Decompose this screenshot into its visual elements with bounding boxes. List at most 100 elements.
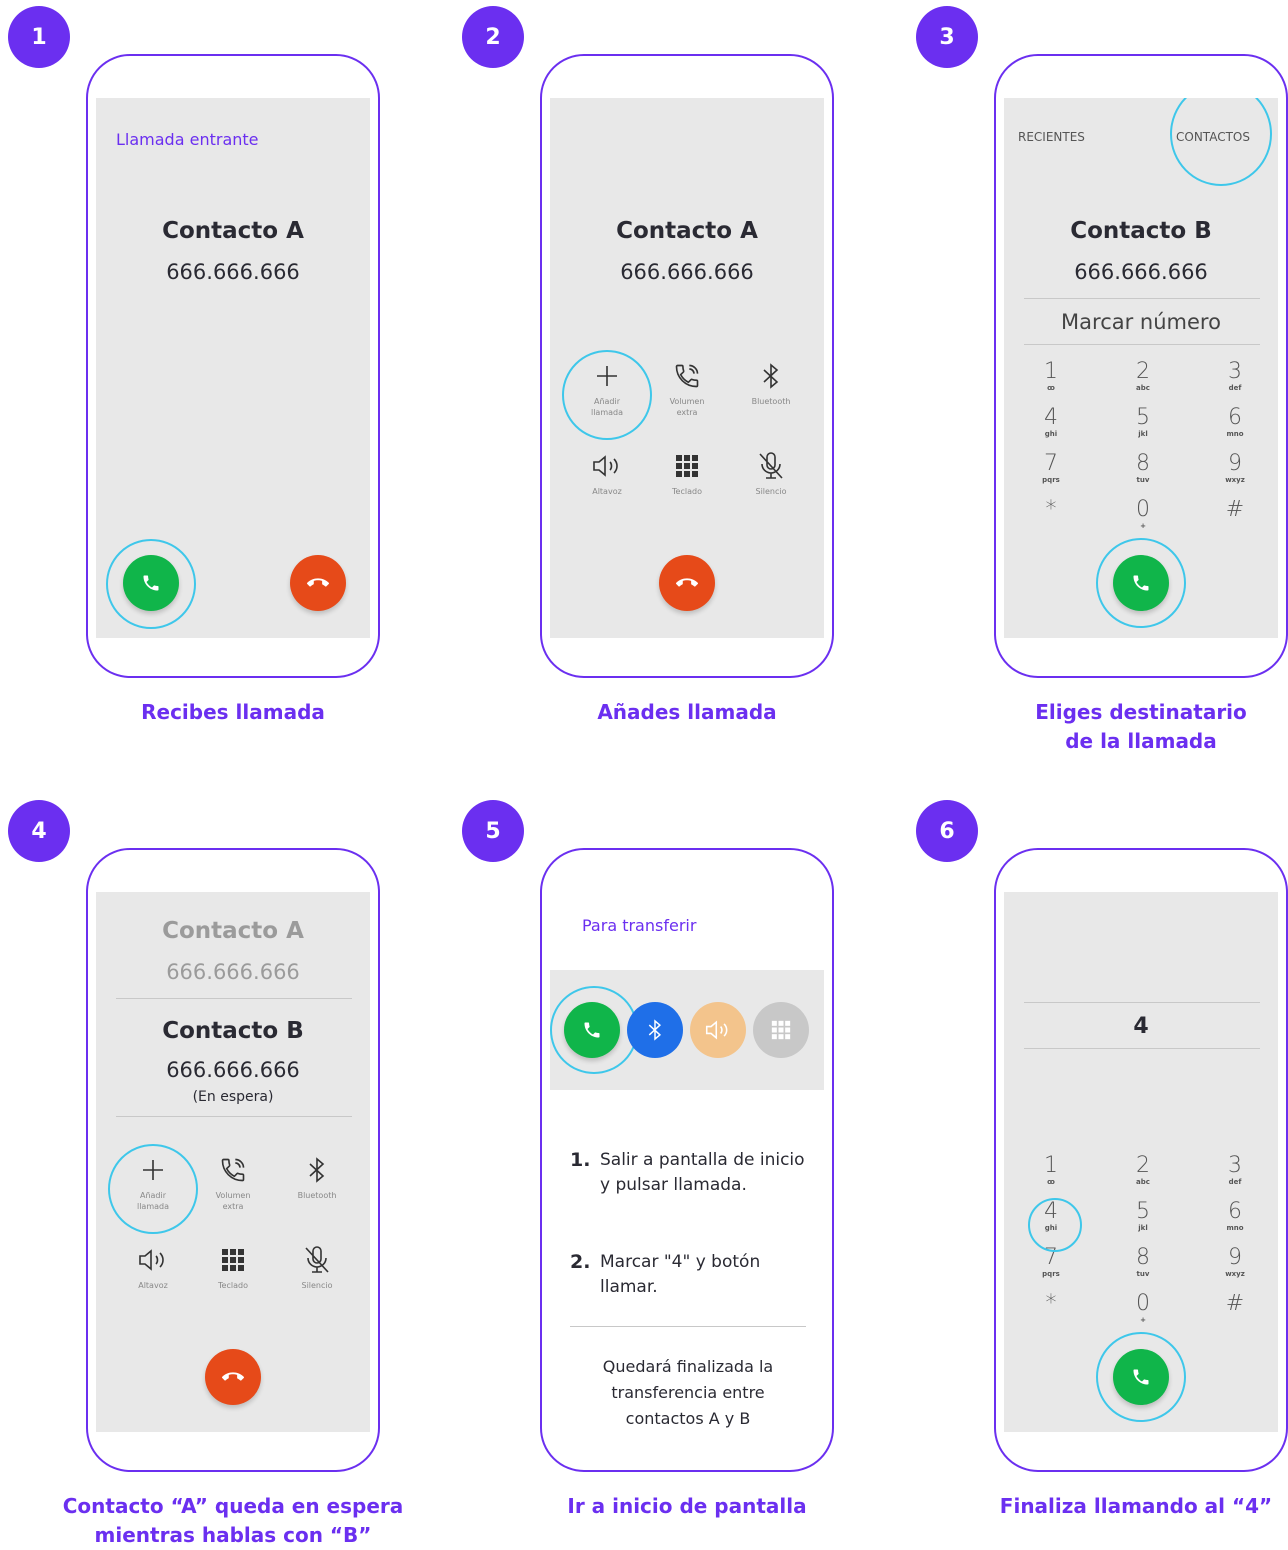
keypad-key[interactable]: # (1210, 498, 1260, 530)
key-letters: mno (1226, 430, 1244, 438)
key-digit: 4 (1044, 405, 1058, 430)
key-digit: 3 (1228, 359, 1242, 384)
key-letters: abc (1136, 384, 1150, 392)
keypad-label: Teclado (218, 1281, 248, 1290)
keypad-app-icon[interactable] (753, 1002, 809, 1058)
key-digit: 1 (1044, 1153, 1058, 1178)
keypad-key[interactable]: 2 abc (1118, 1154, 1168, 1187)
key-digit: # (1225, 1291, 1245, 1316)
add-call-button[interactable]: Añadir llamada (108, 1154, 198, 1212)
mute-button[interactable]: Silencio (726, 450, 816, 497)
keypad-key[interactable]: 8 tuv (1118, 1246, 1168, 1279)
speaker-button[interactable]: Altavoz (108, 1244, 198, 1291)
caption-1: Recibes llamada (141, 700, 325, 724)
key-letters: + (1140, 1316, 1146, 1324)
keypad-key[interactable]: 9 wxyz (1210, 452, 1260, 485)
phone-frame-6: 4 1 ꝏ 2 abc 3 def 4 ghi 5 jkl 6 mno 7 pqrs 8 tuv 9 wxyz * 0… (994, 848, 1288, 1472)
contact-number: 666.666.666 (620, 260, 754, 284)
keypad-key[interactable]: 8 tuv (1118, 452, 1168, 485)
bluetooth-app-icon[interactable] (627, 1002, 683, 1058)
key-digit: 9 (1228, 1245, 1242, 1270)
incoming-call-label: Llamada entrante (116, 130, 259, 149)
bluetooth-icon (763, 363, 779, 389)
keypad-key[interactable]: 1ꝏ (1026, 1153, 1076, 1187)
key-letters: tuv (1136, 1270, 1150, 1278)
call-screen: Llamada entrante Contacto A 666.666.666 (96, 98, 370, 638)
bluetooth-button[interactable]: Bluetooth (272, 1154, 362, 1201)
keypad-key[interactable]: 6 mno (1210, 1200, 1260, 1233)
key-letters: ꝏ (1047, 384, 1055, 392)
keypad-key[interactable]: 6 mno (1210, 406, 1260, 439)
mute-button[interactable]: Silencio (272, 1244, 362, 1291)
divider (1024, 1002, 1260, 1003)
transfer-note: Quedará finalizada la transferencia entr… (602, 1357, 774, 1428)
keypad-key[interactable]: 3 def (1210, 359, 1260, 393)
dialer-screen: 4 1 ꝏ 2 abc 3 def 4 ghi 5 jkl 6 mno 7 pqrs 8 tuv 9 wxyz * 0… (1004, 892, 1278, 1432)
key-letters (1026, 522, 1076, 530)
keypad-key[interactable]: 4 ghi (1026, 405, 1076, 439)
phone-frame-1: Llamada entrante Contacto A 666.666.666 (86, 54, 380, 678)
keypad-key[interactable]: 5 jkl (1118, 405, 1168, 439)
highlight-ring (1028, 1198, 1082, 1252)
contact-number: 666.666.666 (1074, 260, 1208, 284)
key-letters: jkl (1138, 1224, 1148, 1232)
call-button[interactable] (1113, 1349, 1169, 1405)
keypad-key[interactable]: 2 abc (1118, 360, 1168, 393)
keypad: 1 ꝏ 2 abc 3 def 4 ghi 5 jkl 6 mno 7 pqrs 8 tuv 9 wxyz * 0 + # (1004, 360, 1278, 540)
keypad-key[interactable]: 9 wxyz (1210, 1245, 1260, 1279)
keypad-key[interactable]: 5 jkl (1118, 1200, 1168, 1233)
active-contact-number: 666.666.666 (166, 1058, 300, 1082)
speaker-app-icon[interactable] (690, 1002, 746, 1058)
add-call-button[interactable]: Añadir llamada (562, 360, 652, 418)
tab-recents[interactable]: RECIENTES (1018, 130, 1085, 144)
key-letters (1210, 522, 1260, 530)
contact-number: 666.666.666 (166, 260, 300, 284)
phone-frame-3: RECIENTES CONTACTOS Contacto B 666.666.6… (994, 54, 1288, 678)
key-letters: wxyz (1225, 476, 1245, 484)
key-letters: abc (1136, 1178, 1150, 1186)
phone-frame-5: Para transferir 1. Salir a pantalla de i… (540, 848, 834, 1472)
key-letters: + (1140, 522, 1146, 530)
key-letters: mno (1226, 1224, 1244, 1232)
extra-volume-button[interactable]: Volumen extra (642, 360, 732, 418)
highlight-ring (1170, 98, 1272, 186)
caption-5: Ir a inicio de pantalla (567, 1494, 807, 1518)
extra-volume-label: Volumen extra (215, 1191, 251, 1211)
phone-app-icon[interactable] (564, 1002, 620, 1058)
step-2: 2. Marcar "4" y botón llamar. (570, 1251, 761, 1297)
keypad-icon (676, 455, 698, 477)
hang-up-button[interactable] (659, 555, 715, 611)
extra-volume-button[interactable]: Volumen extra (188, 1154, 278, 1212)
bluetooth-button[interactable]: Bluetooth (726, 360, 816, 407)
keypad-key[interactable]: 0 + (1118, 498, 1168, 531)
keypad-key[interactable]: * (1026, 498, 1076, 530)
answer-call-button[interactable] (123, 555, 179, 611)
hang-up-button[interactable] (205, 1349, 261, 1405)
keypad-button[interactable]: Teclado (642, 450, 732, 497)
key-letters: pqrs (1042, 1270, 1060, 1278)
keypad-key[interactable]: 7 pqrs (1026, 452, 1076, 485)
mute-icon (759, 452, 783, 479)
speaker-button[interactable]: Altavoz (562, 450, 652, 497)
key-digit: 5 (1136, 405, 1150, 430)
plus-icon (597, 366, 617, 386)
keypad-button[interactable]: Teclado (188, 1244, 278, 1291)
contact-name: Contacto A (162, 218, 304, 244)
transfer-header: Para transferir (582, 916, 697, 935)
divider (116, 998, 352, 999)
dialer-screen: RECIENTES CONTACTOS Contacto B 666.666.6… (1004, 98, 1278, 638)
divider (1024, 1048, 1260, 1049)
call-button[interactable] (1113, 555, 1169, 611)
step-badge-6: 6 (916, 800, 978, 862)
divider (116, 1116, 352, 1117)
phone-icon (584, 1022, 600, 1038)
decline-call-button[interactable] (290, 555, 346, 611)
key-digit: 1 (1044, 359, 1058, 384)
keypad-key[interactable]: 0 + (1118, 1292, 1168, 1325)
keypad-key[interactable]: # (1210, 1292, 1260, 1324)
keypad-key[interactable]: 3 def (1210, 1154, 1260, 1187)
speaker-label: Altavoz (138, 1281, 168, 1290)
keypad-key[interactable]: 1ꝏ (1026, 359, 1076, 393)
key-letters: pqrs (1042, 476, 1060, 484)
keypad-key[interactable]: * (1026, 1292, 1076, 1324)
